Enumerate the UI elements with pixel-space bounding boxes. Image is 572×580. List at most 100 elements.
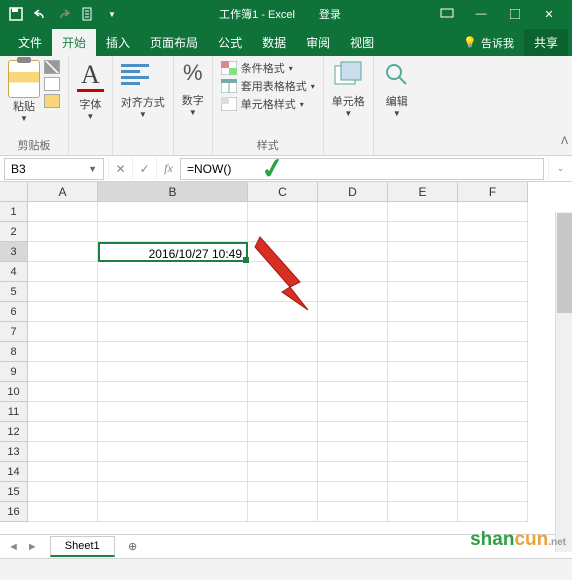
row-header[interactable]: 16 bbox=[0, 502, 28, 522]
fill-handle[interactable] bbox=[243, 257, 249, 263]
cell[interactable] bbox=[98, 422, 248, 442]
cell[interactable] bbox=[388, 502, 458, 522]
number-dropdown-icon[interactable]: ▼ bbox=[182, 108, 204, 117]
number-button[interactable]: % 数字 ▼ bbox=[182, 60, 204, 117]
paste-button[interactable]: 粘贴 ▼ bbox=[8, 60, 40, 123]
cell[interactable] bbox=[388, 242, 458, 262]
document-icon[interactable] bbox=[80, 6, 96, 22]
row-header[interactable]: 10 bbox=[0, 382, 28, 402]
cell[interactable] bbox=[388, 342, 458, 362]
cell[interactable] bbox=[248, 502, 318, 522]
cell[interactable] bbox=[98, 202, 248, 222]
cell[interactable] bbox=[458, 422, 528, 442]
cell[interactable] bbox=[98, 282, 248, 302]
cell[interactable] bbox=[458, 202, 528, 222]
account-label[interactable]: 登录 bbox=[319, 6, 341, 22]
cell[interactable] bbox=[458, 282, 528, 302]
row-header[interactable]: 4 bbox=[0, 262, 28, 282]
row-header[interactable]: 1 bbox=[0, 202, 28, 222]
cell[interactable] bbox=[28, 442, 98, 462]
cell[interactable] bbox=[28, 342, 98, 362]
cell-styles-button[interactable]: 单元格样式 ▾ bbox=[221, 96, 315, 112]
cell[interactable] bbox=[458, 382, 528, 402]
cells-dropdown-icon[interactable]: ▼ bbox=[332, 109, 365, 118]
cell[interactable] bbox=[98, 382, 248, 402]
cell[interactable] bbox=[318, 482, 388, 502]
cell[interactable] bbox=[28, 382, 98, 402]
maximize-icon[interactable] bbox=[500, 4, 530, 24]
add-sheet-icon[interactable]: ⊕ bbox=[123, 537, 143, 557]
row-header[interactable]: 7 bbox=[0, 322, 28, 342]
namebox-dropdown-icon[interactable]: ▼ bbox=[88, 164, 97, 174]
row-header[interactable]: 12 bbox=[0, 422, 28, 442]
cell[interactable] bbox=[28, 322, 98, 342]
row-header[interactable]: 14 bbox=[0, 462, 28, 482]
cells-button[interactable]: 单元格 ▼ bbox=[332, 60, 365, 118]
cell[interactable] bbox=[248, 382, 318, 402]
cell[interactable] bbox=[28, 402, 98, 422]
editing-dropdown-icon[interactable]: ▼ bbox=[382, 109, 412, 118]
cell[interactable] bbox=[98, 482, 248, 502]
cell[interactable] bbox=[318, 442, 388, 462]
select-all-corner[interactable] bbox=[0, 182, 28, 202]
cell[interactable] bbox=[458, 462, 528, 482]
cell[interactable] bbox=[248, 322, 318, 342]
sheet-tab-active[interactable]: Sheet1 bbox=[50, 536, 115, 557]
cell[interactable] bbox=[98, 502, 248, 522]
cell[interactable] bbox=[388, 222, 458, 242]
redo-icon[interactable] bbox=[56, 6, 72, 22]
cell[interactable]: 2016/10/27 10:49 bbox=[98, 242, 248, 262]
scrollbar-thumb[interactable] bbox=[557, 213, 572, 313]
vertical-scrollbar[interactable] bbox=[555, 212, 572, 552]
formula-input[interactable]: =NOW() ✓ bbox=[180, 158, 544, 180]
cell[interactable] bbox=[318, 382, 388, 402]
cell[interactable] bbox=[248, 422, 318, 442]
qat-dropdown-icon[interactable]: ▼ bbox=[104, 6, 120, 22]
cell[interactable] bbox=[28, 262, 98, 282]
cell[interactable] bbox=[458, 402, 528, 422]
cell[interactable] bbox=[248, 202, 318, 222]
row-header[interactable]: 6 bbox=[0, 302, 28, 322]
cell[interactable] bbox=[248, 442, 318, 462]
cell[interactable] bbox=[248, 302, 318, 322]
tab-layout[interactable]: 页面布局 bbox=[140, 29, 208, 56]
cell[interactable] bbox=[458, 482, 528, 502]
insert-function-icon[interactable]: fx bbox=[156, 158, 180, 180]
cell[interactable] bbox=[98, 322, 248, 342]
cell[interactable] bbox=[248, 242, 318, 262]
cell[interactable] bbox=[388, 302, 458, 322]
cell[interactable] bbox=[28, 502, 98, 522]
cell[interactable] bbox=[388, 202, 458, 222]
tell-me-button[interactable]: 💡 告诉我 bbox=[457, 31, 520, 55]
cell[interactable] bbox=[388, 422, 458, 442]
copy-icon[interactable] bbox=[44, 77, 60, 91]
cell[interactable] bbox=[318, 342, 388, 362]
save-icon[interactable] bbox=[8, 6, 24, 22]
cell[interactable] bbox=[318, 222, 388, 242]
cell[interactable] bbox=[388, 382, 458, 402]
align-dropdown-icon[interactable]: ▼ bbox=[121, 110, 165, 119]
column-header[interactable]: B bbox=[98, 182, 248, 202]
cell[interactable] bbox=[248, 462, 318, 482]
cell[interactable] bbox=[248, 402, 318, 422]
cell[interactable] bbox=[318, 322, 388, 342]
cell[interactable] bbox=[248, 262, 318, 282]
cell[interactable] bbox=[458, 222, 528, 242]
column-header[interactable]: D bbox=[318, 182, 388, 202]
cell[interactable] bbox=[28, 482, 98, 502]
column-header[interactable]: E bbox=[388, 182, 458, 202]
cell[interactable] bbox=[388, 462, 458, 482]
cell[interactable] bbox=[248, 342, 318, 362]
cell[interactable] bbox=[28, 462, 98, 482]
tab-data[interactable]: 数据 bbox=[252, 29, 296, 56]
cell[interactable] bbox=[388, 362, 458, 382]
cell[interactable] bbox=[28, 202, 98, 222]
cell[interactable] bbox=[98, 462, 248, 482]
font-dropdown-icon[interactable]: ▼ bbox=[77, 112, 104, 121]
cell[interactable] bbox=[98, 442, 248, 462]
ribbon-options-icon[interactable] bbox=[432, 4, 462, 24]
tab-review[interactable]: 审阅 bbox=[296, 29, 340, 56]
cell[interactable] bbox=[388, 262, 458, 282]
alignment-button[interactable]: 对齐方式 ▼ bbox=[121, 60, 165, 119]
conditional-format-button[interactable]: 条件格式 ▾ bbox=[221, 60, 315, 76]
